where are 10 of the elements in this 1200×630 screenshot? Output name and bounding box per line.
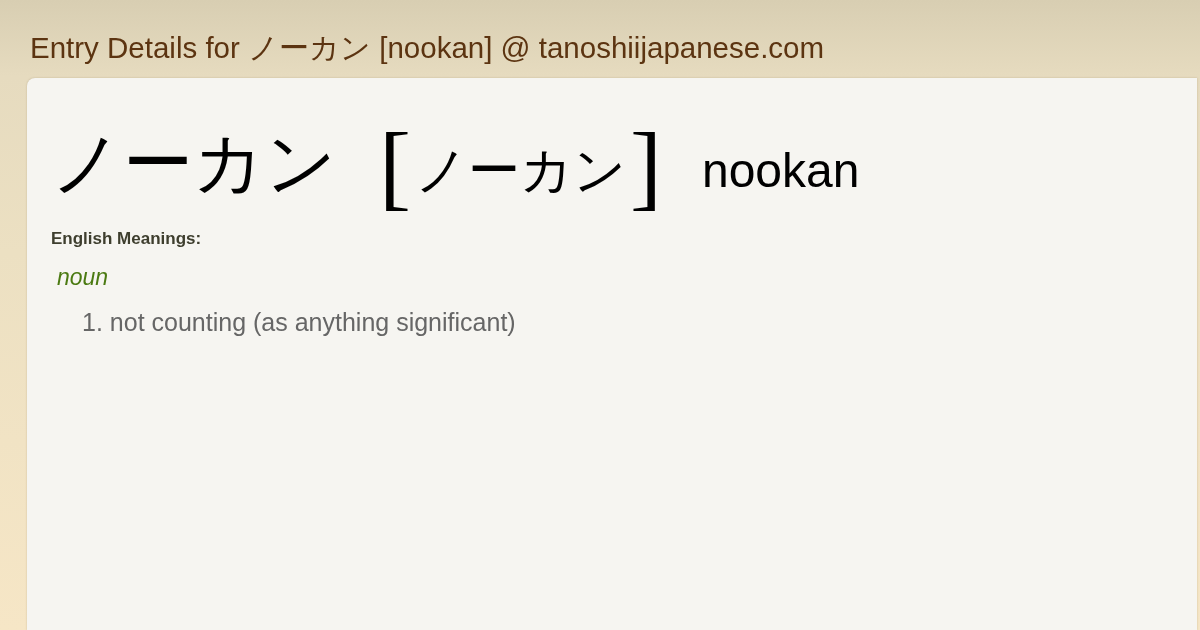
bracket: ] (629, 116, 662, 216)
reading: ノーカン (414, 139, 626, 202)
headword: ノーカン (51, 121, 337, 206)
page-title: Entry Details for ノーカン [nookan] @ tanoshiijapanese.com (30, 31, 825, 65)
romaji: nookan (701, 143, 860, 199)
part-of-speech: noun (57, 263, 109, 292)
section-heading: English Meanings: (51, 228, 202, 250)
bracket: [ (379, 116, 411, 216)
sense-text: not counting (as anything significant) (109, 308, 516, 336)
sense-number: 1. (82, 308, 103, 336)
